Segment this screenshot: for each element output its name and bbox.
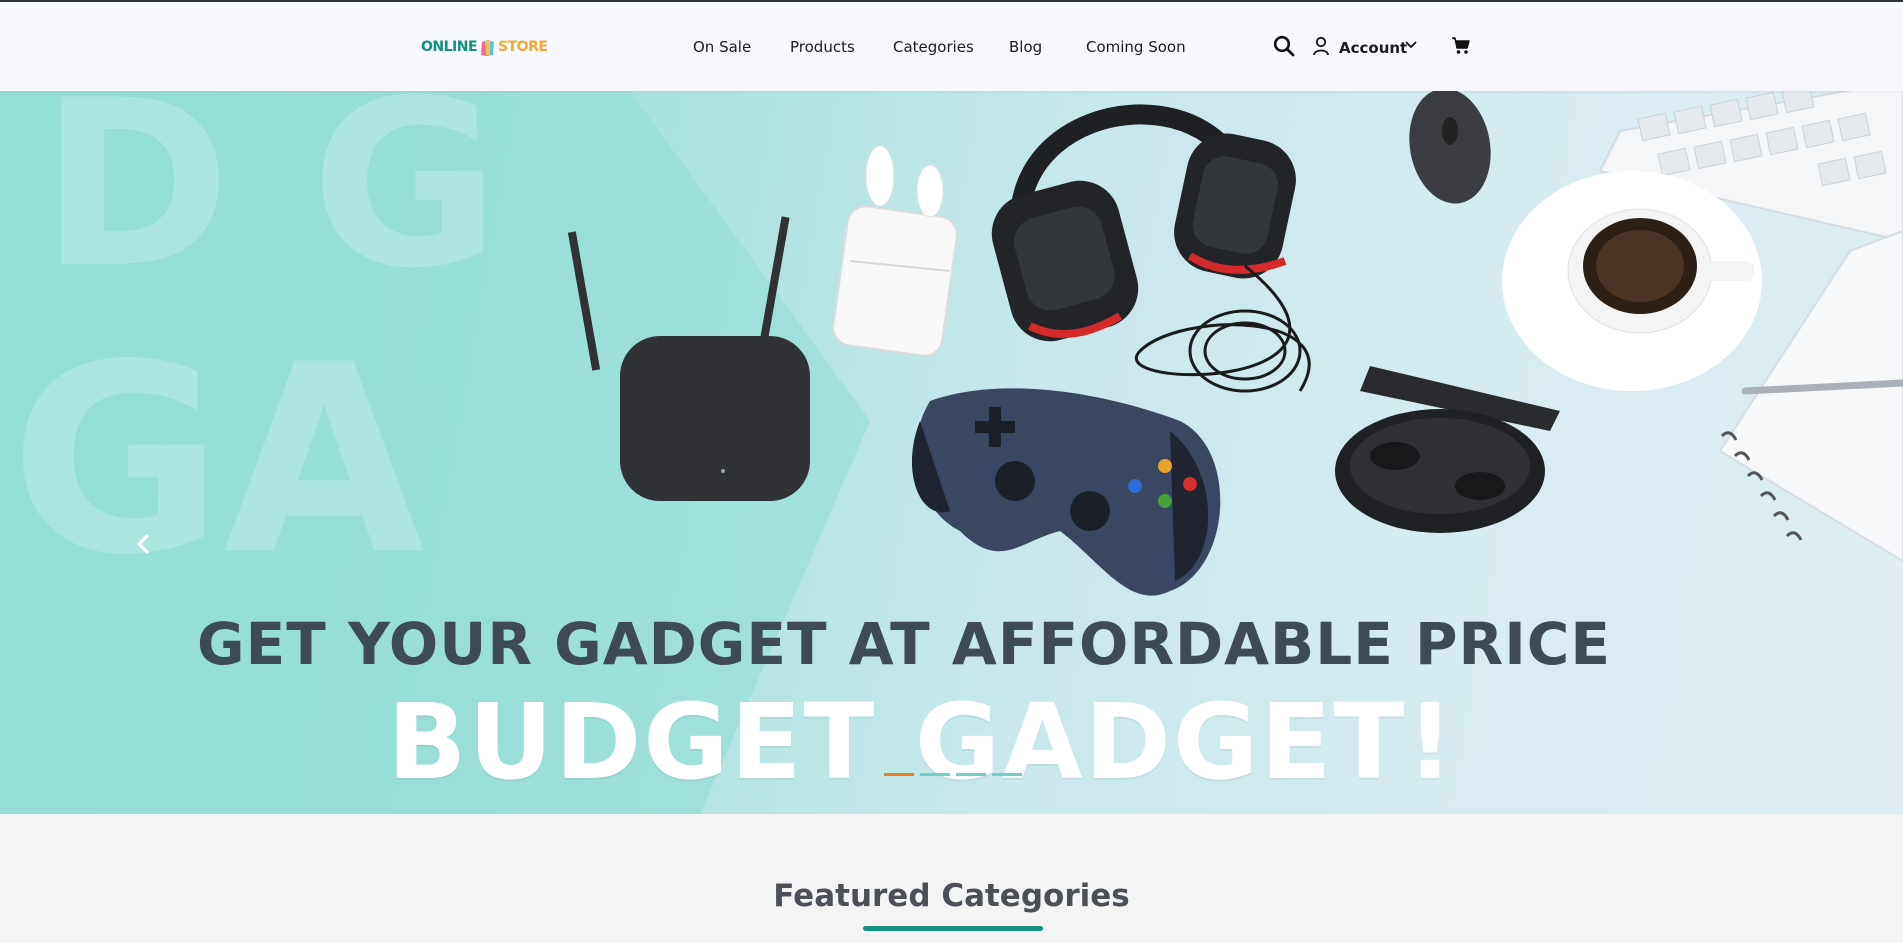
nav-item-coming-soon[interactable]: Coming Soon: [1086, 38, 1186, 56]
carousel-prev-arrow-icon[interactable]: [132, 532, 156, 556]
store-logo[interactable]: ONLINE STORE: [421, 36, 548, 58]
wifi-extender-image: [567, 216, 810, 501]
mouse-image: [1409, 91, 1491, 204]
carousel-indicator-2[interactable]: [920, 773, 950, 776]
cart-icon[interactable]: [1451, 36, 1471, 55]
search-icon[interactable]: [1273, 35, 1295, 57]
site-header: ONLINE STORE On Sale Products Categories…: [0, 2, 1903, 91]
gamepad-image: [911, 388, 1221, 596]
nav-item-blog[interactable]: Blog: [1009, 38, 1042, 56]
carousel-indicators: [884, 773, 1022, 776]
logo-text-store: STORE: [498, 39, 548, 55]
earbuds-case-image: [1335, 366, 1560, 533]
section-title-underline: [863, 926, 1043, 931]
user-icon[interactable]: [1312, 36, 1330, 56]
carousel-indicator-3[interactable]: [956, 773, 986, 776]
carousel-indicator-1[interactable]: [884, 773, 914, 776]
shopping-bag-logo-icon: [480, 37, 495, 57]
wireless-earbuds-image: [832, 145, 958, 357]
hero-tagline: BUDGET GADGET!: [387, 681, 1456, 803]
nav-item-categories[interactable]: Categories: [893, 38, 974, 56]
featured-categories-title: Featured Categories: [773, 878, 1130, 914]
nav-item-products[interactable]: Products: [790, 38, 855, 56]
hero-headline: GET YOUR GADGET AT AFFORDABLE PRICE: [197, 610, 1611, 678]
nav-item-on-sale[interactable]: On Sale: [693, 38, 751, 56]
gaming-headset-image: [991, 104, 1311, 393]
carousel-indicator-4[interactable]: [992, 773, 1022, 776]
logo-text-online: ONLINE: [421, 39, 478, 55]
hero-carousel[interactable]: D G GA GET YOUR GADGET AT AFFORDABLE PRI…: [0, 91, 1903, 814]
chevron-down-icon[interactable]: [1404, 40, 1418, 50]
coffee-cup-image: [1502, 171, 1762, 391]
account-label[interactable]: Account: [1339, 39, 1407, 57]
